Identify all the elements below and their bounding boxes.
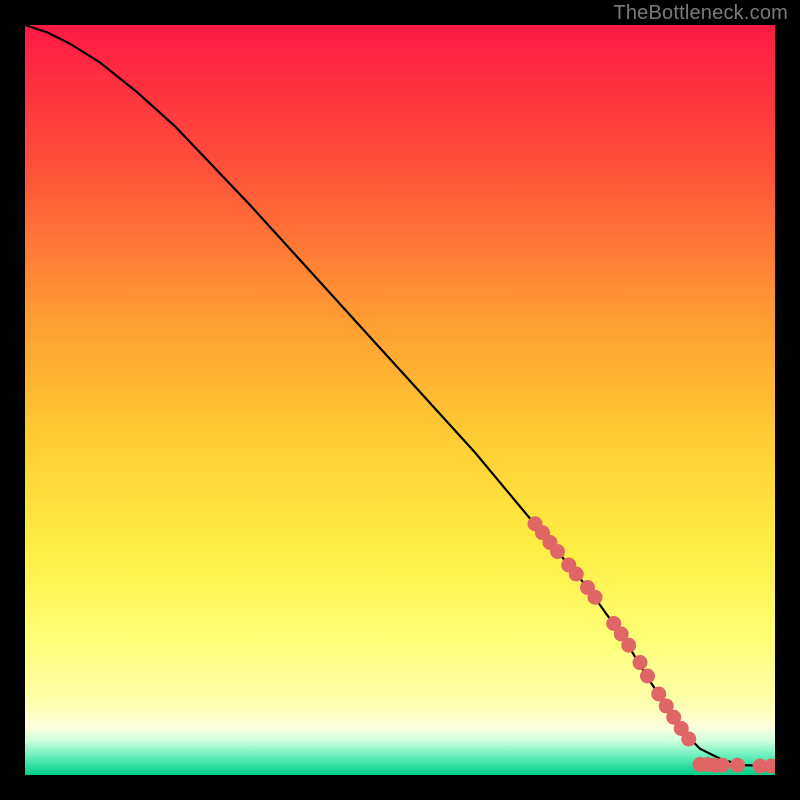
data-point (588, 590, 603, 605)
data-point (621, 638, 636, 653)
data-point (633, 655, 648, 670)
data-point (730, 758, 745, 773)
data-point (715, 758, 730, 773)
watermark-text: TheBottleneck.com (613, 2, 788, 25)
plot-area (25, 25, 775, 775)
data-point (681, 732, 696, 747)
data-point (640, 669, 655, 684)
data-point (764, 759, 775, 774)
dots-layer (25, 25, 775, 775)
data-point (569, 567, 584, 582)
data-point (550, 544, 565, 559)
chart-stage: TheBottleneck.com (0, 0, 800, 800)
